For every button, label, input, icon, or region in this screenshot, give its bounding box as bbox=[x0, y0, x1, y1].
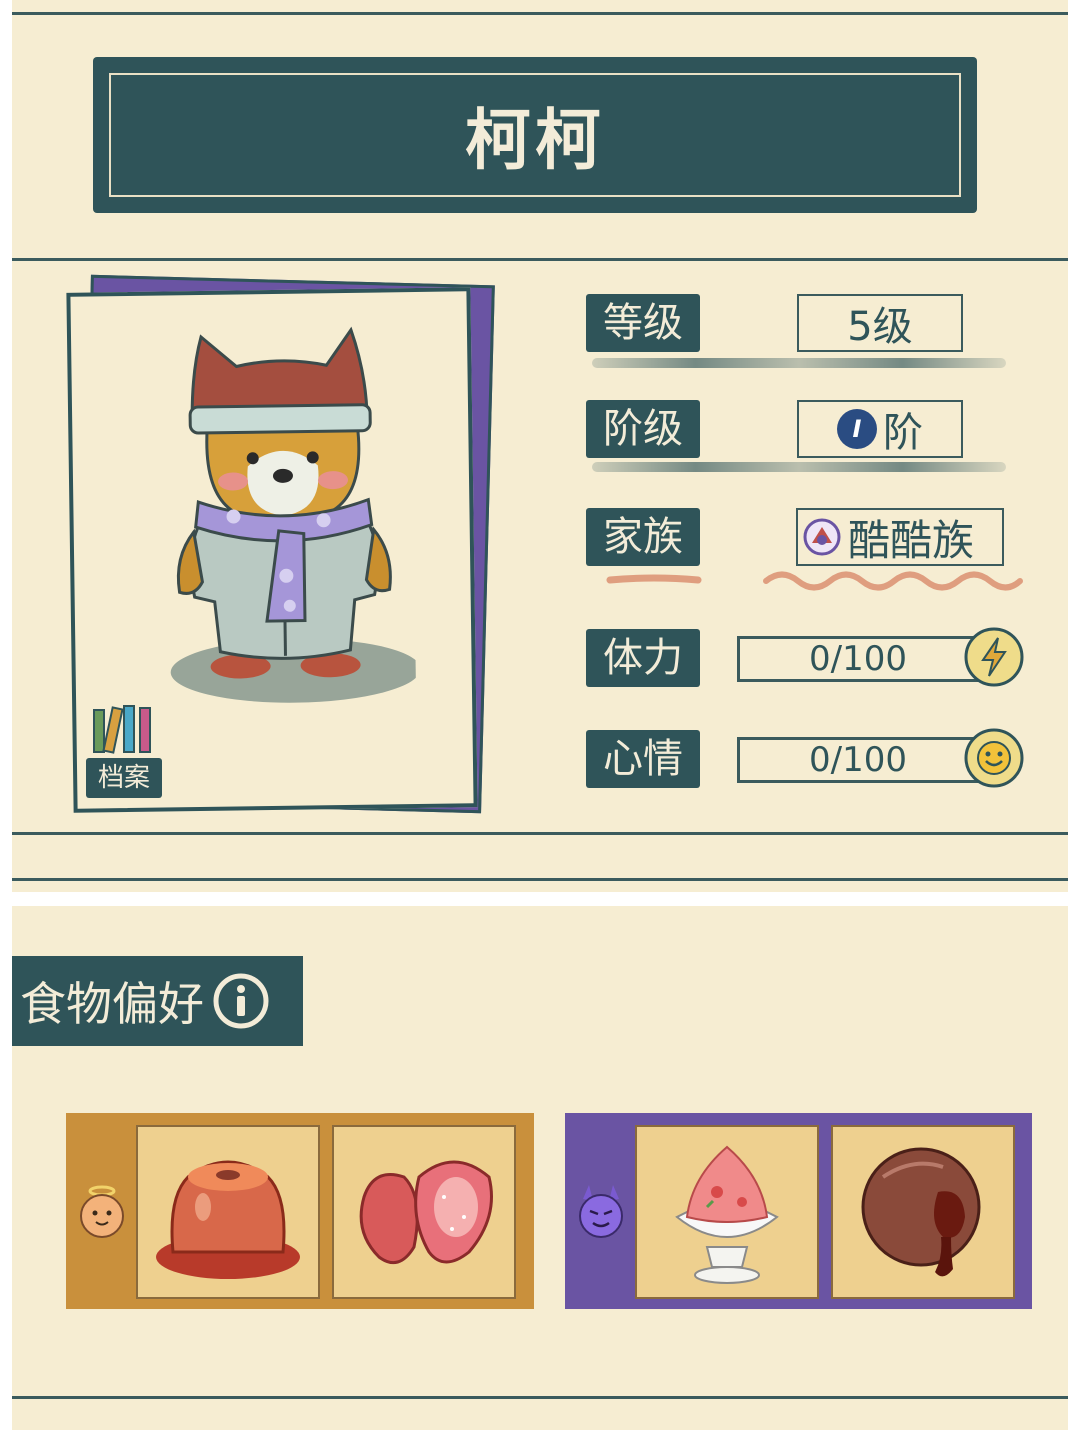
rank-value: 阶 bbox=[883, 410, 923, 456]
devil-face-icon bbox=[579, 1185, 623, 1238]
rank-label: 阶级 bbox=[586, 400, 700, 458]
rank-value-box: I 阶 bbox=[797, 400, 963, 458]
mood-bar: 0/100 bbox=[737, 737, 979, 783]
rank-badge: I bbox=[837, 409, 877, 449]
brush-stroke bbox=[592, 462, 1006, 472]
level-value: 5级 bbox=[797, 294, 963, 352]
food-slot[interactable] bbox=[635, 1125, 819, 1299]
food-preference-title: 食物偏好 bbox=[20, 977, 204, 1031]
disliked-foods-panel bbox=[565, 1113, 1032, 1309]
archive-button[interactable]: 档案 bbox=[86, 704, 162, 800]
info-icon[interactable] bbox=[212, 972, 270, 1030]
archive-label: 档案 bbox=[86, 758, 162, 798]
mood-value: 0/100 bbox=[809, 740, 907, 780]
food-slot[interactable] bbox=[332, 1125, 516, 1299]
chocolate-lava-cake-icon bbox=[861, 1147, 981, 1277]
books-icon bbox=[93, 705, 151, 754]
divider bbox=[12, 1396, 1068, 1399]
angel-face-icon bbox=[80, 1185, 124, 1238]
family-value: 酷酷族 bbox=[848, 515, 975, 565]
family-label: 家族 bbox=[586, 508, 700, 566]
food-slot[interactable] bbox=[831, 1125, 1015, 1299]
smiley-icon[interactable] bbox=[963, 727, 1025, 789]
brush-stroke bbox=[592, 358, 1006, 368]
lightning-icon[interactable] bbox=[963, 626, 1025, 688]
mood-label: 心情 bbox=[586, 730, 700, 788]
stamina-value: 0/100 bbox=[809, 639, 907, 679]
level-label: 等级 bbox=[586, 294, 700, 352]
wavy-stroke bbox=[763, 571, 1023, 591]
corgi-portrait bbox=[170, 326, 417, 703]
divider bbox=[12, 12, 1068, 15]
strawberry-icon bbox=[359, 1160, 493, 1265]
pudding-icon bbox=[156, 1160, 300, 1279]
liked-foods-panel bbox=[66, 1113, 534, 1309]
food-preference-header: 食物偏好 bbox=[12, 956, 303, 1046]
name-banner: 柯柯 bbox=[93, 57, 977, 213]
divider bbox=[12, 878, 1068, 881]
food-slot[interactable] bbox=[136, 1125, 320, 1299]
family-emblem-icon bbox=[803, 518, 841, 556]
divider bbox=[12, 832, 1068, 835]
stamina-bar: 0/100 bbox=[737, 636, 979, 682]
stamina-label: 体力 bbox=[586, 629, 700, 687]
shaved-ice-icon bbox=[675, 1145, 779, 1284]
character-name: 柯柯 bbox=[465, 102, 605, 179]
family-value-box[interactable]: 酷酷族 bbox=[796, 508, 1004, 566]
brush-stroke bbox=[606, 574, 702, 584]
divider bbox=[12, 258, 1068, 261]
